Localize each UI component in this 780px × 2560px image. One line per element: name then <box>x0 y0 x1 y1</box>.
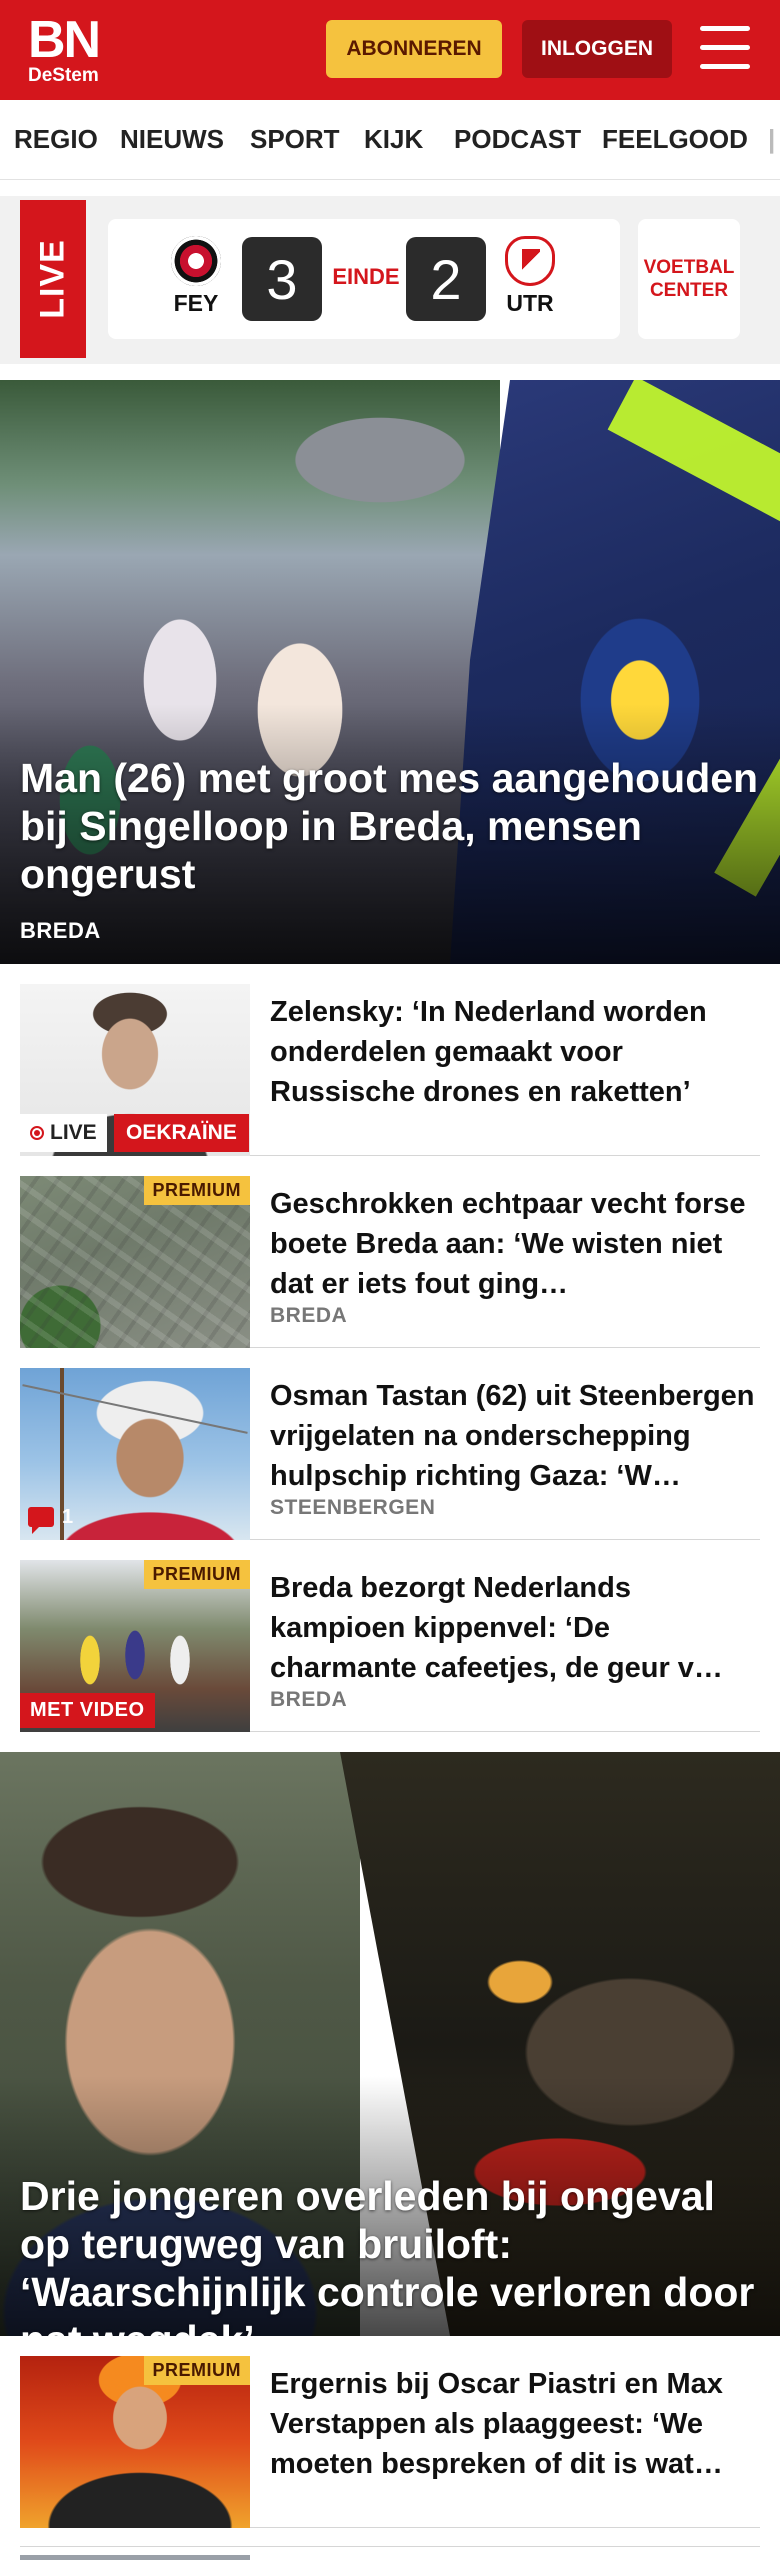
premium-badge: PREMIUM <box>143 1176 250 1205</box>
away-team: UTR <box>498 236 562 317</box>
article-location: STEENBERGEN <box>270 1496 436 1519</box>
article-thumbnail: 1 <box>20 1368 250 1540</box>
live-badge-label: LIVE <box>50 1121 97 1144</box>
live-badge: LIVE <box>20 1114 107 1152</box>
site-logo[interactable]: BN DeStem <box>28 14 128 86</box>
hero-location-tag: BREDA <box>20 918 101 943</box>
voetbal-center-button[interactable]: VOETBAL CENTER <box>638 219 740 339</box>
article-thumbnail: LIVE OEKRAÏNE <box>20 984 250 1156</box>
utrecht-crest-icon <box>505 236 555 286</box>
ship-rope <box>22 1384 248 1434</box>
article-title[interactable]: Ergernis bij Oscar Piastri en Max Versta… <box>270 2364 760 2484</box>
article-thumbnail: PREMIUM MET VIDEO <box>20 1560 250 1732</box>
article-title[interactable]: Osman Tastan (62) uit Steenbergen vrijge… <box>270 1376 760 1496</box>
article-title[interactable]: Breda bezorgt Nederlands kampioen kippen… <box>270 1568 760 1688</box>
nav-item-regio[interactable]: REGIO <box>14 124 98 155</box>
logo-sub-text: DeStem <box>28 65 99 86</box>
section-nav: REGIO NIEUWS SPORT KIJK PODCAST FEELGOOD… <box>0 100 780 180</box>
article-thumbnail: PREMIUM <box>20 2356 250 2528</box>
logo-main-text: BN <box>28 11 101 69</box>
login-button[interactable]: INLOGGEN <box>522 20 672 78</box>
hero-article-singelloop[interactable]: Man (26) met groot mes aangehouden bij S… <box>0 380 780 964</box>
home-score: 3 <box>242 237 322 321</box>
nav-item-podcast[interactable]: PODCAST <box>454 124 581 155</box>
hero-title[interactable]: Man (26) met groot mes aangehouden bij S… <box>20 754 760 898</box>
home-team: FEY <box>164 236 228 317</box>
top-bar: BN DeStem ABONNEREN INLOGGEN <box>0 0 780 100</box>
comment-count: 1 <box>62 1505 74 1528</box>
home-team-name: FEY <box>173 290 219 316</box>
list-item[interactable]: PREMIUM MET VIDEO Breda bezorgt Nederlan… <box>20 1560 760 1732</box>
subscribe-button[interactable]: ABONNEREN <box>326 20 502 78</box>
nav-item-sport[interactable]: SPORT <box>250 124 340 155</box>
live-dot-icon <box>30 1126 44 1140</box>
feyenoord-crest-icon <box>171 236 221 286</box>
away-team-name: UTR <box>506 290 554 316</box>
nav-item-feelgood[interactable]: FEELGOOD <box>602 124 748 155</box>
article-location: BREDA <box>270 1304 348 1327</box>
live-label: LIVE <box>33 239 72 319</box>
live-tag: LIVE <box>20 200 86 358</box>
list-item[interactable]: PREMIUM Geschrokken echtpaar vecht forse… <box>20 1176 760 1348</box>
next-list-item <box>20 2546 760 2560</box>
match-status: EINDE <box>332 264 400 289</box>
hero-article-ongeval[interactable]: Drie jongeren overleden bij ongeval op t… <box>0 1752 780 2336</box>
premium-badge: PREMIUM <box>143 1560 250 1589</box>
article-thumbnail: PREMIUM <box>20 1176 250 1348</box>
nav-overflow-indicator: | <box>768 124 776 154</box>
hamburger-menu-icon[interactable] <box>700 26 752 70</box>
list-item[interactable]: LIVE OEKRAÏNE Zelensky: ‘In Nederland wo… <box>20 984 760 1156</box>
comment-icon <box>28 1507 54 1534</box>
hero-title[interactable]: Drie jongeren overleden bij ongeval op t… <box>20 2172 760 2336</box>
article-location: BREDA <box>270 1688 348 1711</box>
list-item[interactable]: 1 Osman Tastan (62) uit Steenbergen vrij… <box>20 1368 760 1540</box>
list-item[interactable]: PREMIUM Ergernis bij Oscar Piastri en Ma… <box>20 2356 760 2528</box>
premium-badge: PREMIUM <box>143 2356 250 2385</box>
comment-count-badge: 1 <box>28 1504 74 1534</box>
away-score: 2 <box>406 237 486 321</box>
article-title[interactable]: Geschrokken echtpaar vecht forse boete B… <box>270 1184 760 1304</box>
article-thumbnail <box>20 2555 250 2560</box>
nav-item-kijk[interactable]: KIJK <box>364 124 423 155</box>
article-title[interactable]: Zelensky: ‘In Nederland worden onderdele… <box>270 992 760 1112</box>
topic-badge: OEKRAÏNE <box>114 1114 249 1152</box>
nav-item-nieuws[interactable]: NIEUWS <box>120 124 224 155</box>
video-badge: MET VIDEO <box>20 1693 155 1728</box>
